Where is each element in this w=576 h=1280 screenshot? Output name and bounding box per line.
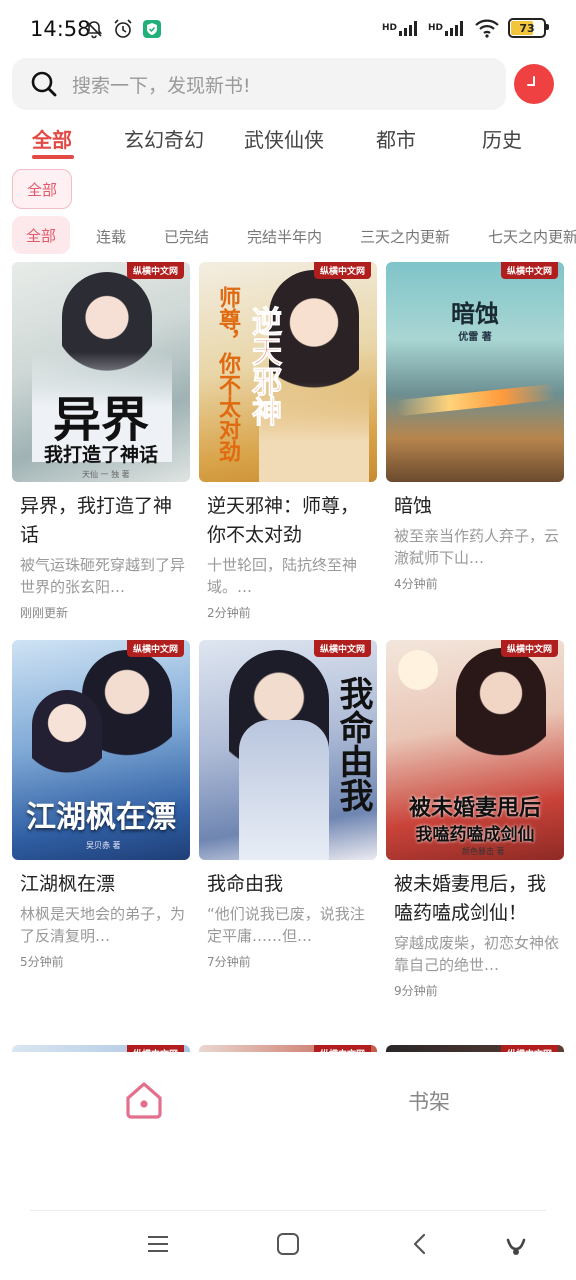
tab-history[interactable]: 历史 [482,124,522,153]
publisher-tag: 纵横中文网 [126,262,184,279]
book-update-time: 4分钟前 [394,577,438,591]
hd-label: HD [381,23,397,33]
book-card-partial[interactable]: 纵横中文网 [12,1045,190,1052]
filter-updated-7-days[interactable]: 七天之内更新 [488,226,576,247]
book-desc: 穿越成废柴，初恋女神依靠自己的绝世… [394,934,560,974]
status-bar: 14:58 HD HD 73 [0,0,576,60]
bell-off-icon [84,19,104,39]
publisher-tag: 纵横中文网 [313,262,371,279]
book-cover: 纵横中文网 [199,1045,377,1052]
shield-icon [142,19,162,39]
book-cover: 纵横中文网 江湖枫在漂 吴贝赤 著 [12,640,190,860]
tab-urban[interactable]: 都市 [376,124,416,153]
subcategory-chip-all[interactable]: 全部 [12,169,72,209]
book-desc: “他们说我已废，说我注定平庸……但… [207,905,365,945]
book-update-time: 9分钟前 [394,984,438,998]
search-icon [30,70,58,98]
cover-title: 江湖枫在漂 [26,800,176,835]
publisher-tag: 纵横中文网 [126,640,184,657]
active-tab-indicator [32,155,74,159]
book-cover: 纵横中文网 暗蚀 优雷 著 [386,262,564,482]
book-card[interactable]: 纵横中文网 暗蚀 优雷 著 暗蚀 被至亲当作药人弃子，云澈弑师下山… 4分钟前 [386,262,564,592]
menu-icon[interactable] [146,1232,170,1256]
book-desc: 被气运珠砸死穿越到了异世界的张玄阳… [20,556,186,596]
book-desc: 被至亲当作药人弃子，云澈弑师下山… [394,527,560,567]
book-desc: 十世轮回，陆抗终至神域。… [207,556,358,596]
cover-subtitle: 我嗑药嗑成剑仙 [415,825,535,845]
hd-label-2: HD [427,23,443,33]
history-button[interactable] [514,64,554,104]
book-cover: 纵横中文网 异界 我打造了神话 天仙 一 独 著 [12,262,190,482]
book-card[interactable]: 纵横中文网 我命由我 我命由我 “他们说我已废，说我注定平庸……但… 7分钟前 [199,640,377,970]
assistant-icon[interactable] [504,1232,528,1256]
tab-fantasy[interactable]: 玄幻奇幻 [124,124,204,153]
system-navigation-bar [0,1210,576,1280]
tab-all[interactable]: 全部 [32,124,72,153]
battery-icon: 73 [508,18,549,38]
publisher-tag: 纵横中文网 [500,640,558,657]
back-icon[interactable] [408,1232,432,1256]
tab-wuxia[interactable]: 武侠仙侠 [244,124,324,153]
book-update-time: 5分钟前 [20,955,64,969]
filter-updated-3-days[interactable]: 三天之内更新 [360,226,450,247]
book-update-time: 2分钟前 [207,606,251,620]
status-time: 14:58 [30,17,91,41]
filter-serializing[interactable]: 连载 [96,226,126,247]
alarm-icon [112,18,134,40]
publisher-tag: 纵横中文网 [126,1045,184,1052]
home-icon[interactable] [122,1078,166,1122]
book-title: 异界，我打造了神话 [20,495,173,546]
filter-all[interactable]: 全部 [12,216,70,254]
nav-bookshelf[interactable]: 书架 [408,1086,450,1116]
cover-author: 吴贝赤 著 [86,841,121,850]
clock-icon [523,73,545,95]
book-card[interactable]: 纵横中文网 异界 我打造了神话 天仙 一 独 著 异界，我打造了神话 被气运珠砸… [12,262,190,621]
book-card[interactable]: 纵横中文网 逆天邪神 师尊，你不太对劲 逆天邪神：师尊，你不太对劲 十世轮回，陆… [199,262,377,621]
book-card[interactable]: 纵横中文网 被未婚妻甩后 我嗑药嗑成剑仙 颜色暴击 著 被未婚妻甩后，我嗑药嗑成… [386,640,564,999]
signal-icon: HD [382,20,420,36]
book-title: 我命由我 [207,873,284,895]
cover-title: 暗蚀 [451,300,499,328]
publisher-tag: 纵横中文网 [500,1045,558,1052]
search-placeholder: 搜索一下，发现新书! [72,74,251,97]
publisher-tag: 纵横中文网 [313,640,371,657]
book-title: 逆天邪神：师尊，你不太对劲 [207,495,360,546]
book-card-partial[interactable]: 纵横中文网 [199,1045,377,1052]
divider [30,1210,546,1211]
cover-subtitle: 我打造了神话 [43,444,158,466]
book-update-time: 7分钟前 [207,955,251,969]
publisher-tag: 纵横中文网 [313,1045,371,1052]
publisher-tag: 纵横中文网 [500,262,558,279]
cover-subtitle: 师尊，你不太对劲 [215,286,240,462]
filter-completed[interactable]: 已完结 [164,226,209,247]
filter-completed-half-year[interactable]: 完结半年内 [247,226,322,247]
cover-title: 被未婚妻甩后 [408,796,541,821]
search-bar[interactable]: 搜索一下，发现新书! [12,58,506,110]
cover-title: 我命由我 [333,676,373,812]
book-cover: 纵横中文网 [386,1045,564,1052]
book-grid: 纵横中文网 异界 我打造了神话 天仙 一 独 著 异界，我打造了神话 被气运珠砸… [0,262,576,1052]
cover-author: 天仙 一 独 著 [82,470,130,479]
signal-icon-2: HD [428,20,466,36]
book-title: 被未婚妻甩后，我嗑药嗑成剑仙！ [394,873,547,924]
book-cover: 纵横中文网 逆天邪神 师尊，你不太对劲 [199,262,377,482]
cover-author: 优雷 著 [458,332,492,343]
square-icon[interactable] [276,1232,300,1256]
book-card-partial[interactable]: 纵横中文网 [386,1045,564,1052]
book-title: 江湖枫在漂 [20,873,116,895]
category-tabs: 全部 玄幻奇幻 武侠仙侠 都市 历史 [0,118,576,164]
book-update-time: 刚刚更新 [20,606,69,620]
bottom-nav: 书架 [0,1060,576,1140]
cover-title: 逆天邪神 [246,306,282,427]
battery-level: 73 [519,21,535,35]
book-card[interactable]: 纵横中文网 江湖枫在漂 吴贝赤 著 江湖枫在漂 林枫是天地会的弟子，为了反清复明… [12,640,190,970]
wifi-icon [474,18,500,38]
cover-author: 颜色暴击 著 [462,847,505,856]
book-title: 暗蚀 [394,495,433,517]
book-cover: 纵横中文网 [12,1045,190,1052]
book-cover: 纵横中文网 被未婚妻甩后 我嗑药嗑成剑仙 颜色暴击 著 [386,640,564,860]
book-cover: 纵横中文网 我命由我 [199,640,377,860]
book-desc: 林枫是天地会的弟子，为了反清复明… [20,905,186,945]
